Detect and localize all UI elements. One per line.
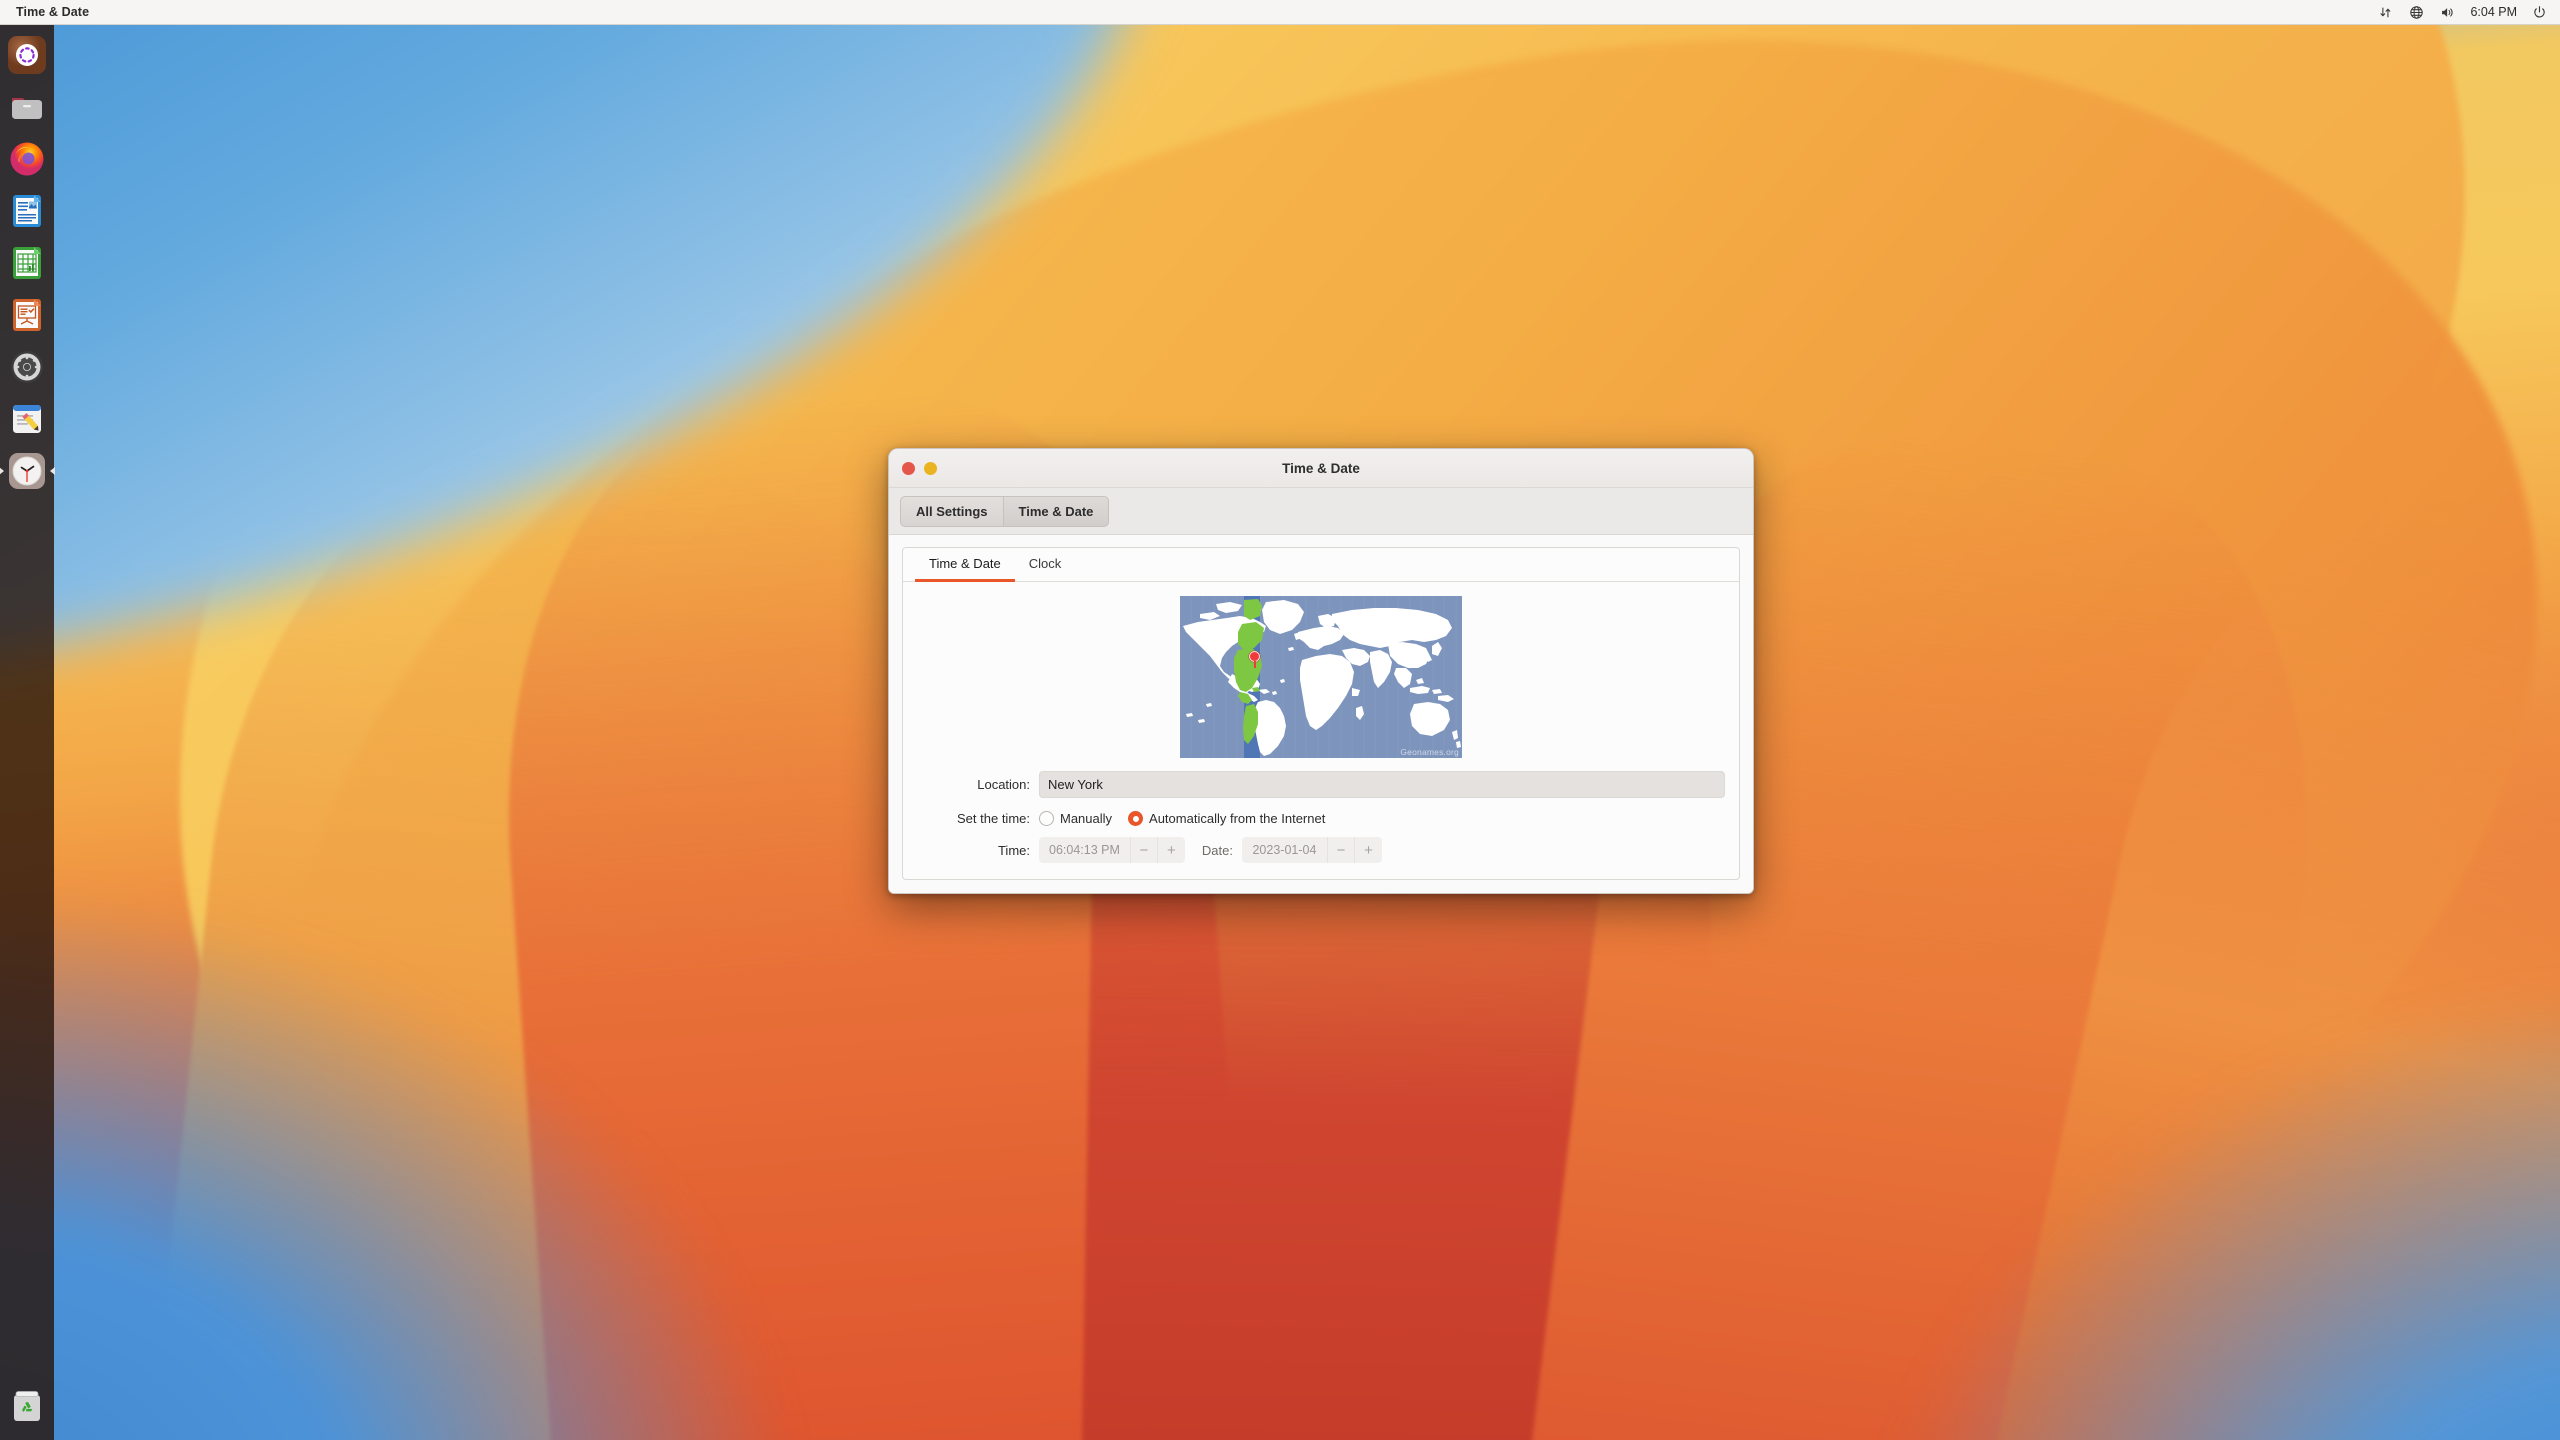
time-label: Time: bbox=[997, 842, 1030, 858]
date-label: Date: bbox=[1201, 842, 1233, 858]
location-row: Location: New York bbox=[917, 771, 1725, 798]
map-credit: Geonames.org bbox=[1400, 747, 1459, 757]
timezone-map-container: Geonames.org bbox=[917, 596, 1725, 758]
time-and-date-window: Time & Date All Settings Time & Date Tim… bbox=[888, 448, 1754, 894]
dock-item-libreoffice-calc[interactable] bbox=[5, 241, 49, 285]
time-spinner[interactable]: 06:04:13 PM − + bbox=[1039, 837, 1185, 863]
notebook: Time & Date Clock Geonames.org Location:… bbox=[902, 547, 1740, 880]
dock bbox=[0, 25, 55, 1440]
dock-item-libreoffice-writer[interactable] bbox=[5, 189, 49, 233]
set-the-time-row: Set the time: Manually Automatically fro… bbox=[917, 811, 1725, 826]
wallpaper-blue-bottom-right bbox=[1880, 1000, 2560, 1440]
dock-item-ubuntu-software[interactable] bbox=[5, 33, 49, 77]
date-spinner[interactable]: 2023-01-04 − + bbox=[1241, 837, 1382, 863]
date-value[interactable]: 2023-01-04 bbox=[1242, 837, 1328, 863]
dock-item-text-editor[interactable] bbox=[5, 397, 49, 441]
time-value[interactable]: 06:04:13 PM bbox=[1039, 837, 1131, 863]
dock-item-trash[interactable] bbox=[5, 1384, 49, 1428]
top-panel: Time & Date 6:04 PM bbox=[0, 0, 2560, 25]
tab-strip: Time & Date Clock bbox=[903, 548, 1739, 582]
window-controls bbox=[902, 461, 937, 475]
dock-item-settings[interactable] bbox=[5, 345, 49, 389]
date-increment-button[interactable]: + bbox=[1355, 837, 1382, 863]
time-increment-button[interactable]: + bbox=[1158, 837, 1185, 863]
panel-status-area: 6:04 PM bbox=[2377, 4, 2560, 21]
dock-item-libreoffice-impress[interactable] bbox=[5, 293, 49, 337]
time-and-date-button[interactable]: Time & Date bbox=[1002, 495, 1110, 527]
radio-manually-icon[interactable] bbox=[1039, 811, 1054, 826]
toolbar-button-group: All Settings Time & Date bbox=[900, 495, 1110, 527]
tab-time-and-date[interactable]: Time & Date bbox=[915, 548, 1015, 582]
globe-icon[interactable] bbox=[2408, 4, 2425, 21]
location-pin-icon bbox=[1249, 651, 1260, 668]
window-title: Time & Date bbox=[1282, 460, 1360, 476]
window-toolbar: All Settings Time & Date bbox=[889, 488, 1753, 535]
time-date-row: Time: 06:04:13 PM − + Date: 2023-01-04 −… bbox=[917, 837, 1725, 863]
network-icon[interactable] bbox=[2377, 4, 2394, 21]
close-button[interactable] bbox=[902, 461, 915, 475]
time-decrement-button[interactable]: − bbox=[1131, 837, 1158, 863]
window-content: Time & Date Clock Geonames.org Location:… bbox=[889, 535, 1753, 893]
timezone-map[interactable]: Geonames.org bbox=[1180, 596, 1462, 758]
wallpaper-blue-bottom-left bbox=[0, 900, 780, 1440]
tab-clock[interactable]: Clock bbox=[1015, 548, 1076, 582]
radio-automatically-icon[interactable] bbox=[1128, 811, 1144, 826]
panel-app-title[interactable]: Time & Date bbox=[16, 5, 89, 19]
location-input[interactable]: New York bbox=[1039, 771, 1725, 798]
radio-option-automatically[interactable]: Automatically from the Internet bbox=[1128, 811, 1325, 826]
power-icon[interactable] bbox=[2531, 4, 2548, 21]
set-the-time-label: Set the time: bbox=[957, 811, 1030, 826]
location-label: Location: bbox=[977, 777, 1030, 792]
dock-item-files[interactable] bbox=[5, 85, 49, 129]
date-decrement-button[interactable]: − bbox=[1328, 837, 1355, 863]
volume-icon[interactable] bbox=[2439, 4, 2456, 21]
radio-manually-label: Manually bbox=[1060, 811, 1113, 826]
radio-automatically-label: Automatically from the Internet bbox=[1149, 811, 1326, 826]
minimize-button[interactable] bbox=[924, 461, 937, 475]
all-settings-button[interactable]: All Settings bbox=[900, 495, 1003, 527]
timezone-map-svg bbox=[1183, 596, 1461, 758]
dock-item-clock[interactable] bbox=[0, 449, 55, 493]
panel-clock[interactable]: 6:04 PM bbox=[2470, 5, 2517, 19]
radio-option-manually[interactable]: Manually bbox=[1039, 811, 1112, 826]
dock-item-firefox[interactable] bbox=[5, 137, 49, 181]
window-titlebar[interactable]: Time & Date bbox=[889, 449, 1753, 488]
tab-page-time-and-date: Geonames.org Location: New York Set the … bbox=[903, 582, 1739, 879]
